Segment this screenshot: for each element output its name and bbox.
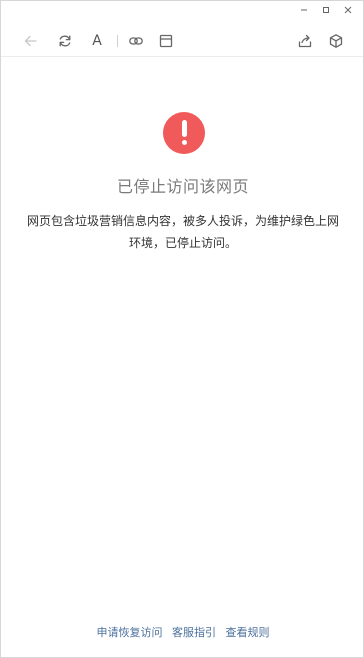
- window-icon[interactable]: [156, 31, 176, 51]
- minimize-icon[interactable]: [296, 3, 312, 17]
- toolbar-divider: [117, 35, 118, 47]
- appeal-restore-link[interactable]: 申请恢复访问: [97, 626, 163, 639]
- toolbar: A: [1, 25, 363, 57]
- page-title: 已停止访问该网页: [116, 177, 249, 196]
- browser-window: A 已停止访问该网页 网页包含垃圾营销信息内容，被多人投诉，为维护绿色上网环境，…: [0, 0, 364, 658]
- font-size-label: A: [92, 33, 102, 49]
- link-icon[interactable]: [126, 31, 146, 51]
- view-rules-link[interactable]: 查看规则: [226, 626, 270, 639]
- share-icon[interactable]: [295, 31, 315, 51]
- customer-service-link[interactable]: 客服指引: [172, 626, 216, 639]
- back-arrow-icon[interactable]: [21, 31, 41, 51]
- exclamation-alert-icon: [163, 112, 205, 154]
- close-icon[interactable]: [340, 3, 356, 17]
- font-size-icon[interactable]: A: [87, 31, 107, 51]
- title-bar: [1, 1, 363, 21]
- maximize-icon[interactable]: [318, 3, 334, 17]
- block-description: 网页包含垃圾营销信息内容，被多人投诉，为维护绿色上网环境，已停止访问。: [26, 214, 339, 250]
- cube-icon[interactable]: [326, 31, 346, 51]
- footer-links: 申请恢复访问 客服指引 查看规则: [1, 624, 364, 640]
- refresh-icon[interactable]: [55, 31, 75, 51]
